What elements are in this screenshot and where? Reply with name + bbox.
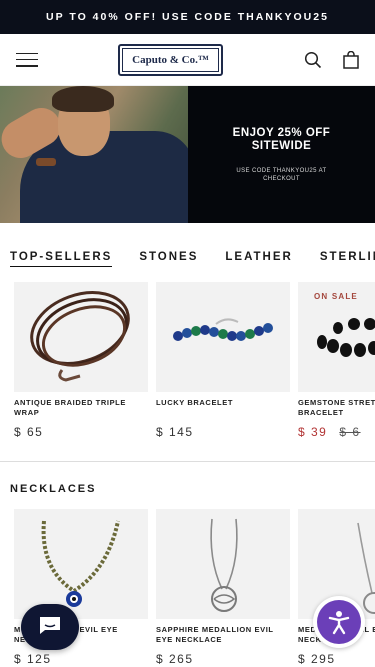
hero-banner[interactable]: ENJOY 25% OFF SITEWIDE USE CODE THANKYOU… xyxy=(0,86,375,223)
site-header: Caputo & Co.™ xyxy=(0,34,375,86)
compare-price: $ 6 xyxy=(339,425,361,439)
product-name: ANTIQUE BRAIDED TRIPLE WRAP xyxy=(14,398,126,417)
product-price: $ 295 xyxy=(298,652,336,666)
menu-icon[interactable] xyxy=(16,52,38,67)
product-image xyxy=(156,282,290,392)
product-name: SAPPHIRE MEDALLION EVIL EYE NECKLACE xyxy=(156,625,274,644)
logo[interactable]: Caputo & Co.™ xyxy=(118,43,223,76)
product-price: $ 39 $ 6 xyxy=(298,425,375,439)
product-price: $ 125 xyxy=(14,652,52,666)
hero-subtitle: USE CODE THANKYOU25 AT CHECKOUT xyxy=(236,167,327,182)
product-name: LUCKY BRACELET xyxy=(156,398,234,407)
chat-icon xyxy=(37,614,63,641)
tab-top-sellers[interactable]: TOP-SELLERS xyxy=(10,251,113,267)
announcement-text: UP TO 40% OFF! USE CODE THANKYOU25 xyxy=(46,11,329,23)
sale-badge: ON SALE xyxy=(314,292,358,301)
accessibility-icon xyxy=(317,600,361,644)
product-card[interactable]: ANTIQUE BRAIDED TRIPLE WRAP $ 65 xyxy=(14,282,148,439)
header-icons xyxy=(303,50,361,70)
hero-title: ENJOY 25% OFF SITEWIDE xyxy=(232,126,331,152)
chat-button[interactable] xyxy=(21,604,79,650)
sale-price: $ 39 xyxy=(298,425,328,439)
product-image: ON SALE xyxy=(298,282,375,392)
search-icon[interactable] xyxy=(303,50,323,70)
accessibility-button[interactable] xyxy=(313,596,365,648)
product-image xyxy=(156,509,290,619)
logo-text: Caputo & Co.™ xyxy=(122,47,219,72)
product-card[interactable]: LUCKY BRACELET $ 145 xyxy=(156,282,290,439)
top-sellers-row: ANTIQUE BRAIDED TRIPLE WRAP $ 65 LUCKY B… xyxy=(0,282,375,439)
product-card[interactable]: ON SALE GEMSTONE STRETCH BRACELET $ 39$ … xyxy=(298,282,375,439)
bag-icon[interactable] xyxy=(341,50,361,70)
product-card[interactable]: SAPPHIRE MEDALLION EVIL EYE NECKLACE $ 2… xyxy=(156,509,290,666)
section-title-necklaces: NECKLACES xyxy=(10,483,97,495)
product-image xyxy=(14,282,148,392)
hero-text-panel: ENJOY 25% OFF SITEWIDE USE CODE THANKYOU… xyxy=(188,86,375,223)
announcement-bar[interactable]: UP TO 40% OFF! USE CODE THANKYOU25 xyxy=(0,0,375,34)
product-price: $ 265 xyxy=(156,652,194,666)
product-price: $ 145 xyxy=(156,425,194,439)
product-name: GEMSTONE STRETCH BRACELET xyxy=(298,398,375,417)
product-price: $ 65 xyxy=(14,425,44,439)
product-image xyxy=(14,509,148,619)
hero-image xyxy=(0,86,188,223)
